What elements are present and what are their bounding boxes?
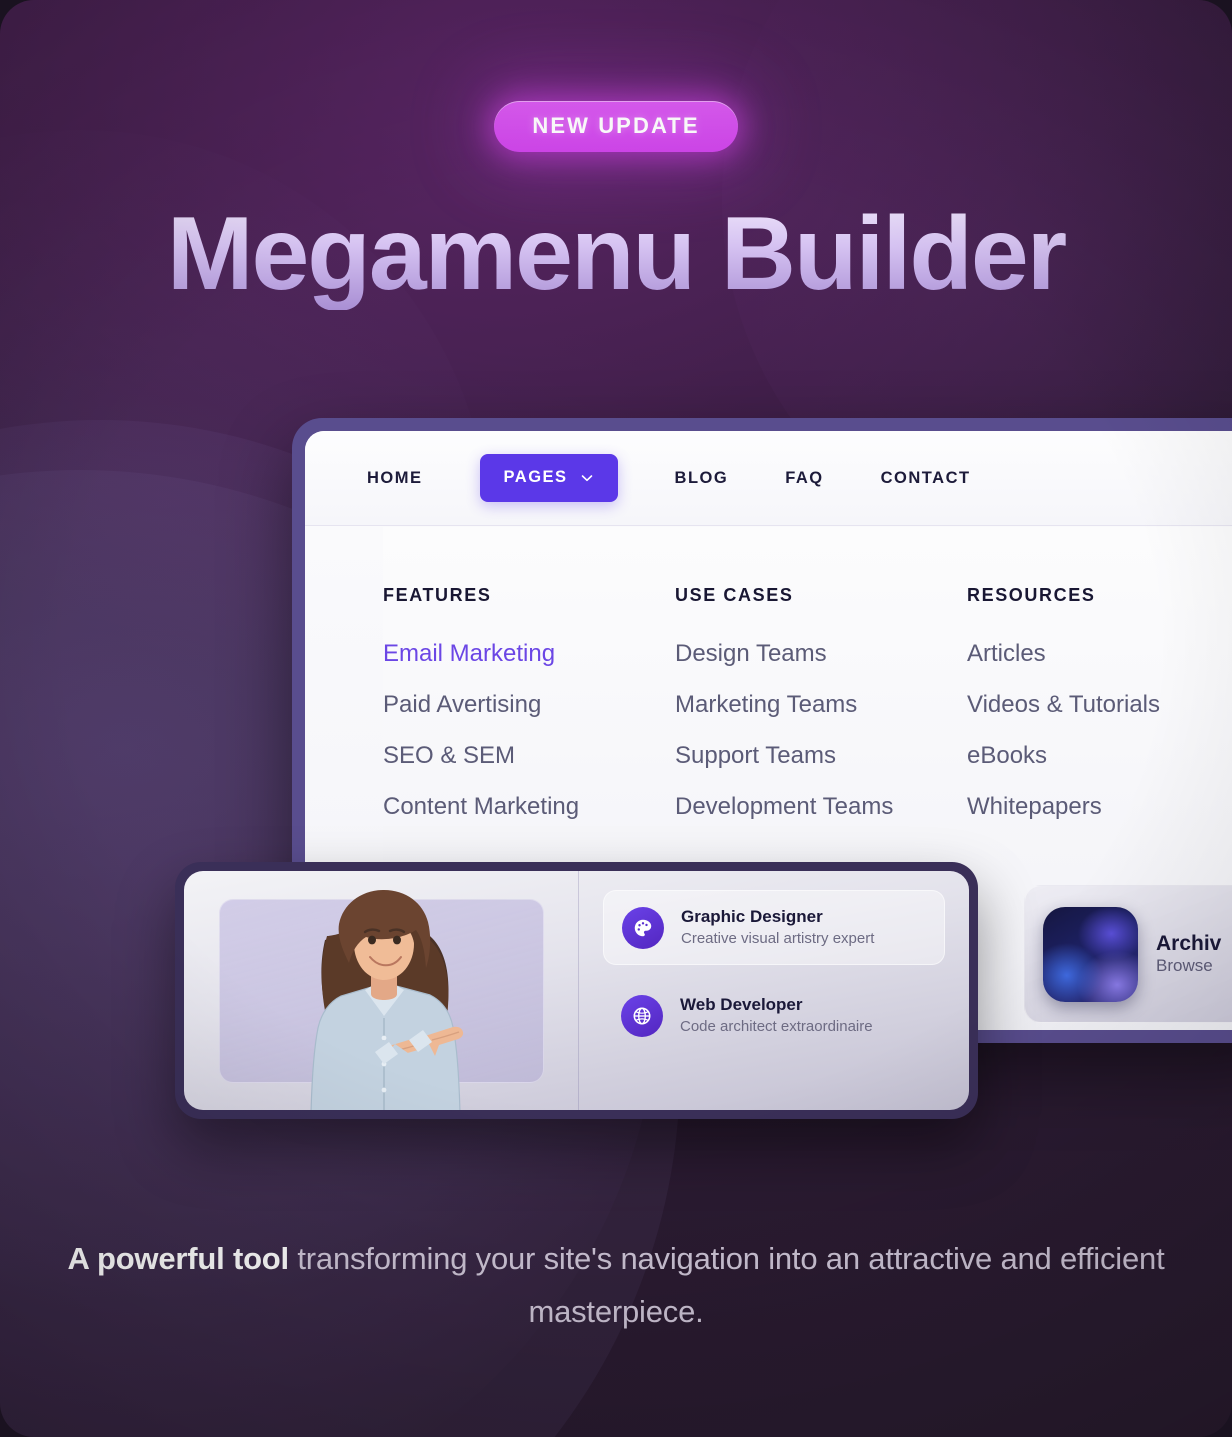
role-text-web-developer: Web Developer Code architect extraordina… xyxy=(680,994,873,1037)
megamenu-link-seo-sem[interactable]: SEO & SEM xyxy=(383,742,675,770)
nav-item-pages[interactable]: PAGES xyxy=(479,454,618,502)
globe-icon xyxy=(621,994,663,1037)
nav-item-home[interactable]: HOME xyxy=(367,469,423,488)
palette-icon xyxy=(622,906,664,949)
promo-card-body: Graphic Designer Creative visual artistr… xyxy=(184,871,969,1110)
role-subtitle-graphic-designer: Creative visual artistry expert xyxy=(681,929,875,947)
megamenu-link-articles[interactable]: Articles xyxy=(967,640,1160,668)
megamenu-link-ebooks[interactable]: eBooks xyxy=(967,742,1160,770)
site-navbar: HOME PAGES BLOG FAQ CONTACT xyxy=(305,431,1232,526)
resource-card-title: Archiv xyxy=(1156,932,1222,955)
megamenu-link-development-teams[interactable]: Development Teams xyxy=(675,793,967,821)
megamenu-link-marketing-teams[interactable]: Marketing Teams xyxy=(675,691,967,719)
resource-card-text: Archiv Browse xyxy=(1156,932,1221,976)
megamenu-link-content-marketing[interactable]: Content Marketing xyxy=(383,793,675,821)
nav-item-blog[interactable]: BLOG xyxy=(675,469,729,488)
promo-card-roles-panel: Graphic Designer Creative visual artistr… xyxy=(579,871,969,1110)
nav-item-pages-label: PAGES xyxy=(503,468,568,486)
role-item-web-developer[interactable]: Web Developer Code architect extraordina… xyxy=(603,979,945,1052)
resource-thumbnail-icon xyxy=(1043,906,1138,1002)
chevron-down-icon xyxy=(580,471,594,485)
badge-container: NEW UPDATE xyxy=(0,101,1232,152)
role-subtitle-web-developer: Code architect extraordinaire xyxy=(680,1018,873,1036)
megamenu-link-email-marketing[interactable]: Email Marketing xyxy=(383,640,675,668)
resource-card-subtitle: Browse xyxy=(1156,956,1213,975)
promo-card-image-panel xyxy=(184,871,579,1110)
promo-card: Graphic Designer Creative visual artistr… xyxy=(175,862,978,1119)
role-title-web-developer: Web Developer xyxy=(680,995,803,1015)
megamenu-link-whitepapers[interactable]: Whitepapers xyxy=(967,793,1160,821)
poster-canvas: NEW UPDATE Megamenu Builder HOME PAGES B… xyxy=(0,0,1232,1437)
tagline-strong: A powerful tool xyxy=(67,1241,290,1276)
megamenu-link-paid-avertising[interactable]: Paid Avertising xyxy=(383,691,675,719)
megamenu-link-videos-tutorials[interactable]: Videos & Tutorials xyxy=(967,691,1160,719)
nav-item-contact[interactable]: CONTACT xyxy=(881,469,971,488)
megamenu-heading-features: FEATURES xyxy=(383,585,492,605)
tagline-rest: transforming your site's navigation into… xyxy=(288,1241,1165,1330)
role-item-graphic-designer[interactable]: Graphic Designer Creative visual artistr… xyxy=(603,890,945,966)
role-title-graphic-designer: Graphic Designer xyxy=(681,907,823,926)
resource-card[interactable]: Archiv Browse xyxy=(1024,885,1232,1023)
new-update-badge[interactable]: NEW UPDATE xyxy=(494,101,738,152)
nav-item-faq[interactable]: FAQ xyxy=(785,469,823,488)
photo-frame xyxy=(218,898,544,1083)
megamenu-heading-resources: RESOURCES xyxy=(967,585,1096,605)
tagline: A powerful tool transforming your site's… xyxy=(0,1232,1232,1339)
megamenu-link-support-teams[interactable]: Support Teams xyxy=(675,742,967,770)
role-text-graphic-designer: Graphic Designer Creative visual artistr… xyxy=(681,906,874,949)
megamenu-link-design-teams[interactable]: Design Teams xyxy=(675,640,967,668)
megamenu-heading-use-cases: USE CASES xyxy=(675,585,794,605)
page-title: Megamenu Builder xyxy=(0,198,1232,311)
